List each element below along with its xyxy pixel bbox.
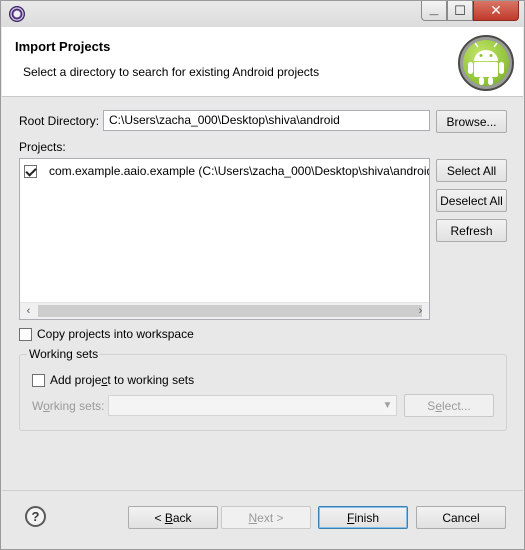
finish-button[interactable]: Finish xyxy=(318,506,408,529)
android-robot-icon xyxy=(468,42,504,85)
maximize-button[interactable]: ☐ xyxy=(447,1,473,21)
horizontal-scrollbar[interactable]: ‹ › xyxy=(20,302,429,319)
project-label: com.example.aaio.example (C:\Users\zacha… xyxy=(49,164,430,178)
add-to-working-sets-label: Add project to working sets xyxy=(50,373,195,387)
minimize-icon: — xyxy=(429,8,439,19)
footer-divider xyxy=(2,490,523,491)
copy-projects-checkbox[interactable] xyxy=(19,327,32,341)
browse-button[interactable]: Browse... xyxy=(436,110,507,133)
working-sets-title: Working sets xyxy=(27,347,101,361)
root-directory-label: Root Directory: xyxy=(19,114,100,128)
select-working-sets-button[interactable]: Se lect... xyxy=(404,394,494,417)
add-to-working-sets-checkbox[interactable] xyxy=(32,373,45,387)
root-directory-input[interactable]: C:\Users\zacha_000\Desktop\shiva\android xyxy=(103,110,430,131)
import-projects-dialog: — ☐ ✕ Import Projects Select a directory… xyxy=(0,0,525,550)
maximize-icon: ☐ xyxy=(454,2,466,18)
close-button[interactable]: ✕ xyxy=(473,1,519,21)
select-all-button[interactable]: Select All xyxy=(436,159,507,182)
scroll-left-icon[interactable]: ‹ xyxy=(20,303,37,319)
chevron-down-icon[interactable]: ▼ xyxy=(379,396,396,415)
deselect-all-button[interactable]: Deselect All xyxy=(436,189,507,212)
refresh-button[interactable]: Refresh xyxy=(436,219,507,242)
page-description: Select a directory to search for existin… xyxy=(23,65,320,79)
cancel-button[interactable]: Cancel xyxy=(416,506,506,529)
project-checkbox[interactable] xyxy=(24,164,37,178)
next-button[interactable]: Next > xyxy=(221,506,311,529)
page-title: Import Projects xyxy=(15,39,111,54)
working-sets-field-label: Working sets: xyxy=(32,399,105,413)
copy-projects-option[interactable]: Copy projects into workspace xyxy=(19,327,194,341)
working-sets-select[interactable]: ▼ xyxy=(108,395,397,416)
list-item[interactable]: com.example.aaio.example (C:\Users\zacha… xyxy=(24,162,429,180)
add-to-working-sets-option[interactable]: Add project to working sets xyxy=(32,373,194,387)
back-button[interactable]: < Back xyxy=(128,506,218,529)
wizard-header: Import Projects Select a directory to se… xyxy=(2,27,523,97)
scrollbar-thumb[interactable] xyxy=(38,305,422,317)
projects-label: Projects: xyxy=(19,140,66,154)
android-icon xyxy=(458,35,514,91)
working-sets-group xyxy=(19,354,507,431)
scroll-right-icon[interactable]: › xyxy=(412,303,429,319)
projects-list[interactable]: com.example.aaio.example (C:\Users\zacha… xyxy=(19,158,430,320)
help-icon[interactable]: ? xyxy=(25,506,46,527)
close-icon: ✕ xyxy=(490,2,502,18)
minimize-button[interactable]: — xyxy=(421,1,447,21)
copy-projects-label: Copy projects into workspace xyxy=(37,327,194,341)
title-bar[interactable]: — ☐ ✕ xyxy=(1,1,524,27)
eclipse-icon xyxy=(9,6,25,22)
